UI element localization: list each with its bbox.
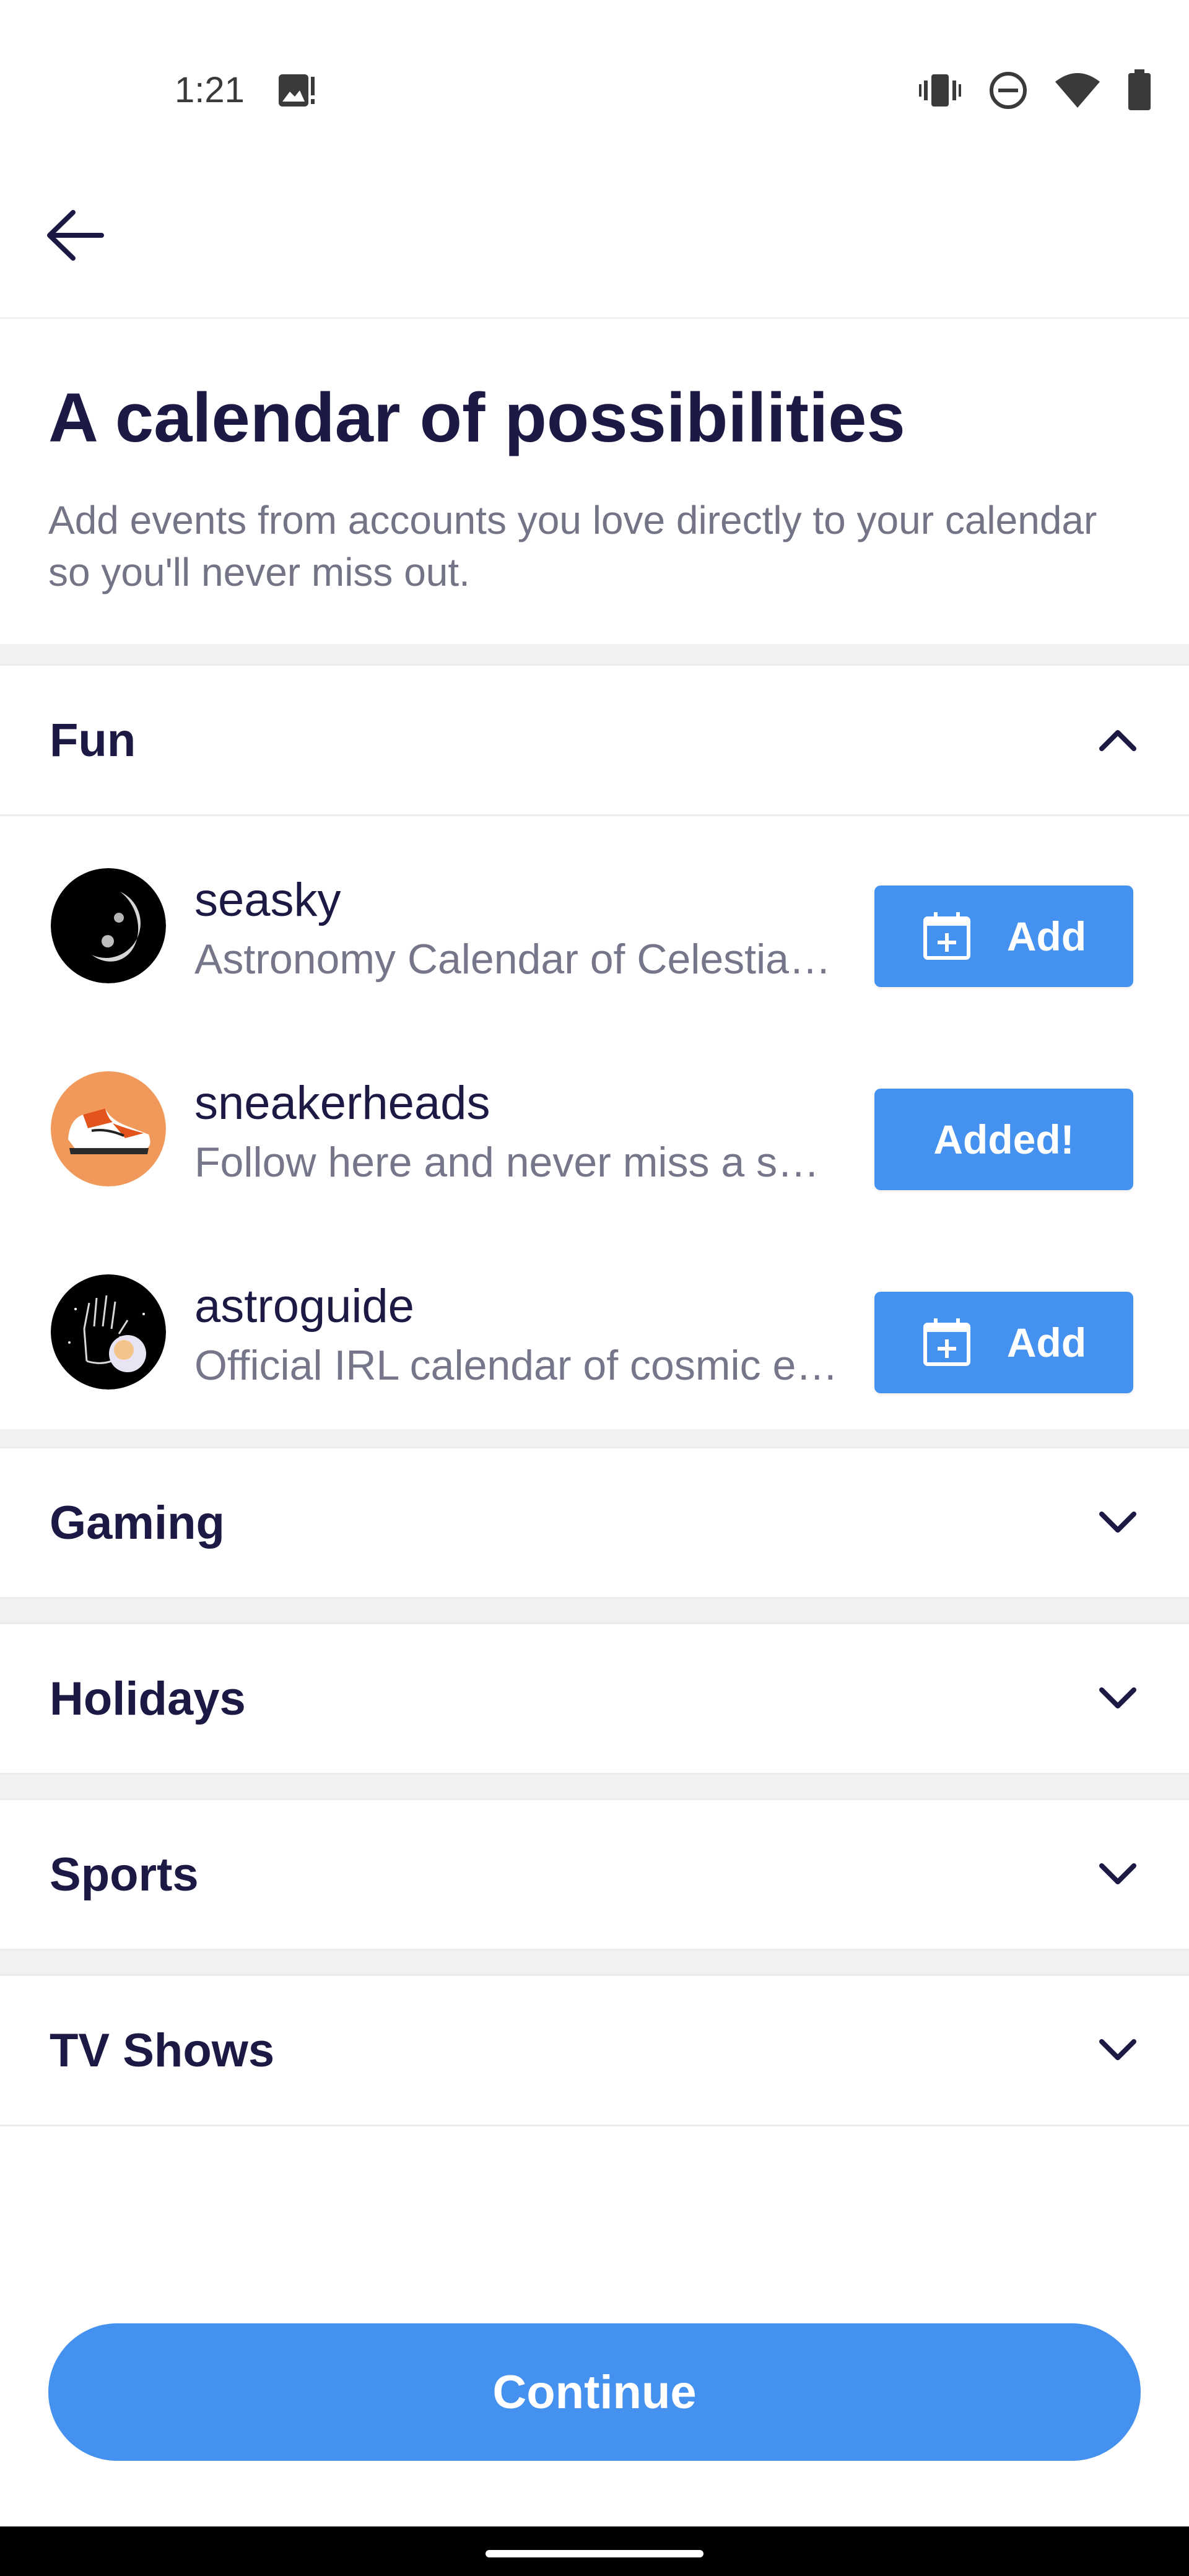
battery-icon (1127, 69, 1152, 115)
chevron-down-icon (1096, 1501, 1139, 1544)
account-description: Follow here and never miss a sneaker dro… (194, 1139, 838, 1186)
section-gap (0, 1599, 1189, 1622)
continue-button[interactable]: Continue (48, 2323, 1141, 2461)
calendar-add-icon (923, 1318, 970, 1366)
arrow-left-icon (47, 210, 104, 261)
calendar-add-icon (923, 912, 970, 960)
section-label: Gaming (50, 1496, 225, 1549)
home-handle[interactable] (486, 2550, 703, 2557)
status-icons (919, 67, 1152, 116)
add-button-label: Add (1006, 913, 1087, 959)
vibrate-icon (919, 72, 961, 112)
added-button-label: Added! (933, 1116, 1074, 1162)
wifi-icon (1055, 72, 1100, 112)
section-header-fun[interactable]: Fun (0, 664, 1189, 816)
status-time: 1:21 (175, 70, 245, 110)
do-not-disturb-icon (988, 71, 1028, 113)
account-description: Astronomy Calendar of Celestial Events (194, 936, 838, 983)
list-item-account: astroguide Official IRL calendar of cosm… (0, 1248, 1189, 1403)
list-item-account: sneakerheads Follow here and never miss … (0, 1045, 1189, 1200)
avatar-sneaker (51, 1071, 166, 1186)
chevron-up-icon (1096, 718, 1139, 762)
section-header-holidays[interactable]: Holidays (0, 1622, 1189, 1775)
chevron-down-icon (1096, 2029, 1139, 2072)
chevron-down-icon (1096, 1853, 1139, 1896)
section-label: Fun (50, 713, 136, 767)
section-label: TV Shows (50, 2024, 275, 2077)
avatar-palm (51, 1274, 166, 1390)
add-button-label: Add (1006, 1320, 1087, 1365)
back-button[interactable] (43, 198, 130, 272)
account-name: sneakerheads (194, 1077, 490, 1129)
added-button[interactable]: Added! (874, 1089, 1133, 1190)
section-label: Holidays (50, 1672, 246, 1725)
section-header-sports[interactable]: Sports (0, 1798, 1189, 1951)
add-calendar-button[interactable]: Add (874, 886, 1133, 987)
image-alert-icon (279, 73, 316, 109)
section-gap (0, 1951, 1189, 1974)
section-gap (0, 1775, 1189, 1798)
top-app-bar (0, 118, 1189, 319)
chevron-down-icon (1096, 1677, 1139, 1720)
section-gap (0, 644, 1189, 664)
section-header-tv-shows[interactable]: TV Shows (0, 1974, 1189, 2126)
page-title: A calendar of possibilities (48, 379, 905, 456)
account-description: Official IRL calendar of cosmic events (194, 1342, 838, 1389)
account-name: astroguide (194, 1280, 414, 1333)
add-calendar-button[interactable]: Add (874, 1292, 1133, 1393)
list-item-account: seasky Astronomy Calendar of Celestial E… (0, 842, 1189, 997)
page-subtitle: Add events from accounts you love direct… (48, 498, 1097, 594)
section-label: Sports (50, 1848, 199, 1901)
account-name: seasky (194, 874, 341, 926)
avatar-moon (51, 868, 166, 983)
section-header-gaming[interactable]: Gaming (0, 1447, 1189, 1599)
